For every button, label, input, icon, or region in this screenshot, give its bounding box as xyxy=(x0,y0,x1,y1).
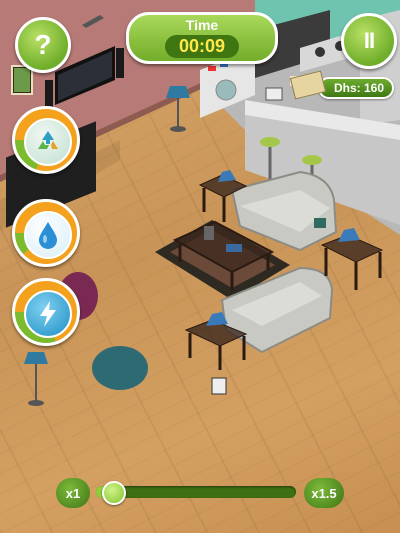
help-icon: ? xyxy=(34,29,52,60)
game-scene: ? Time 00:09 II Dhs: 160 x1 x1.5 xyxy=(0,0,400,533)
pause-button[interactable]: II xyxy=(341,13,397,69)
beanbag-teal xyxy=(92,346,148,390)
timer-label: Time xyxy=(185,17,219,33)
timer-panel: Time 00:09 xyxy=(126,12,278,64)
speed-min-text: x1 xyxy=(65,485,81,501)
waste-bin xyxy=(211,377,227,395)
speed-max-label: x1.5 xyxy=(304,478,344,508)
energy-meter[interactable] xyxy=(12,278,80,346)
recycle-meter[interactable] xyxy=(12,106,80,174)
pause-icon: II xyxy=(363,28,375,53)
recycle-icon xyxy=(24,118,72,166)
timer-value: 00:09 xyxy=(164,35,240,58)
help-button[interactable]: ? xyxy=(15,17,71,73)
water-meter[interactable] xyxy=(12,199,80,267)
floor-lamp-2 xyxy=(24,352,48,364)
lightning-icon xyxy=(24,290,72,338)
speed-slider[interactable] xyxy=(96,481,296,505)
speed-min-label: x1 xyxy=(56,478,90,508)
money-value: Dhs: 160 xyxy=(333,81,384,95)
money-counter: Dhs: 160 xyxy=(318,77,394,99)
water-drop-icon xyxy=(24,211,72,259)
floor-lamp-1 xyxy=(166,86,190,98)
speed-slider-knob[interactable] xyxy=(102,481,126,505)
speed-max-text: x1.5 xyxy=(311,485,337,501)
